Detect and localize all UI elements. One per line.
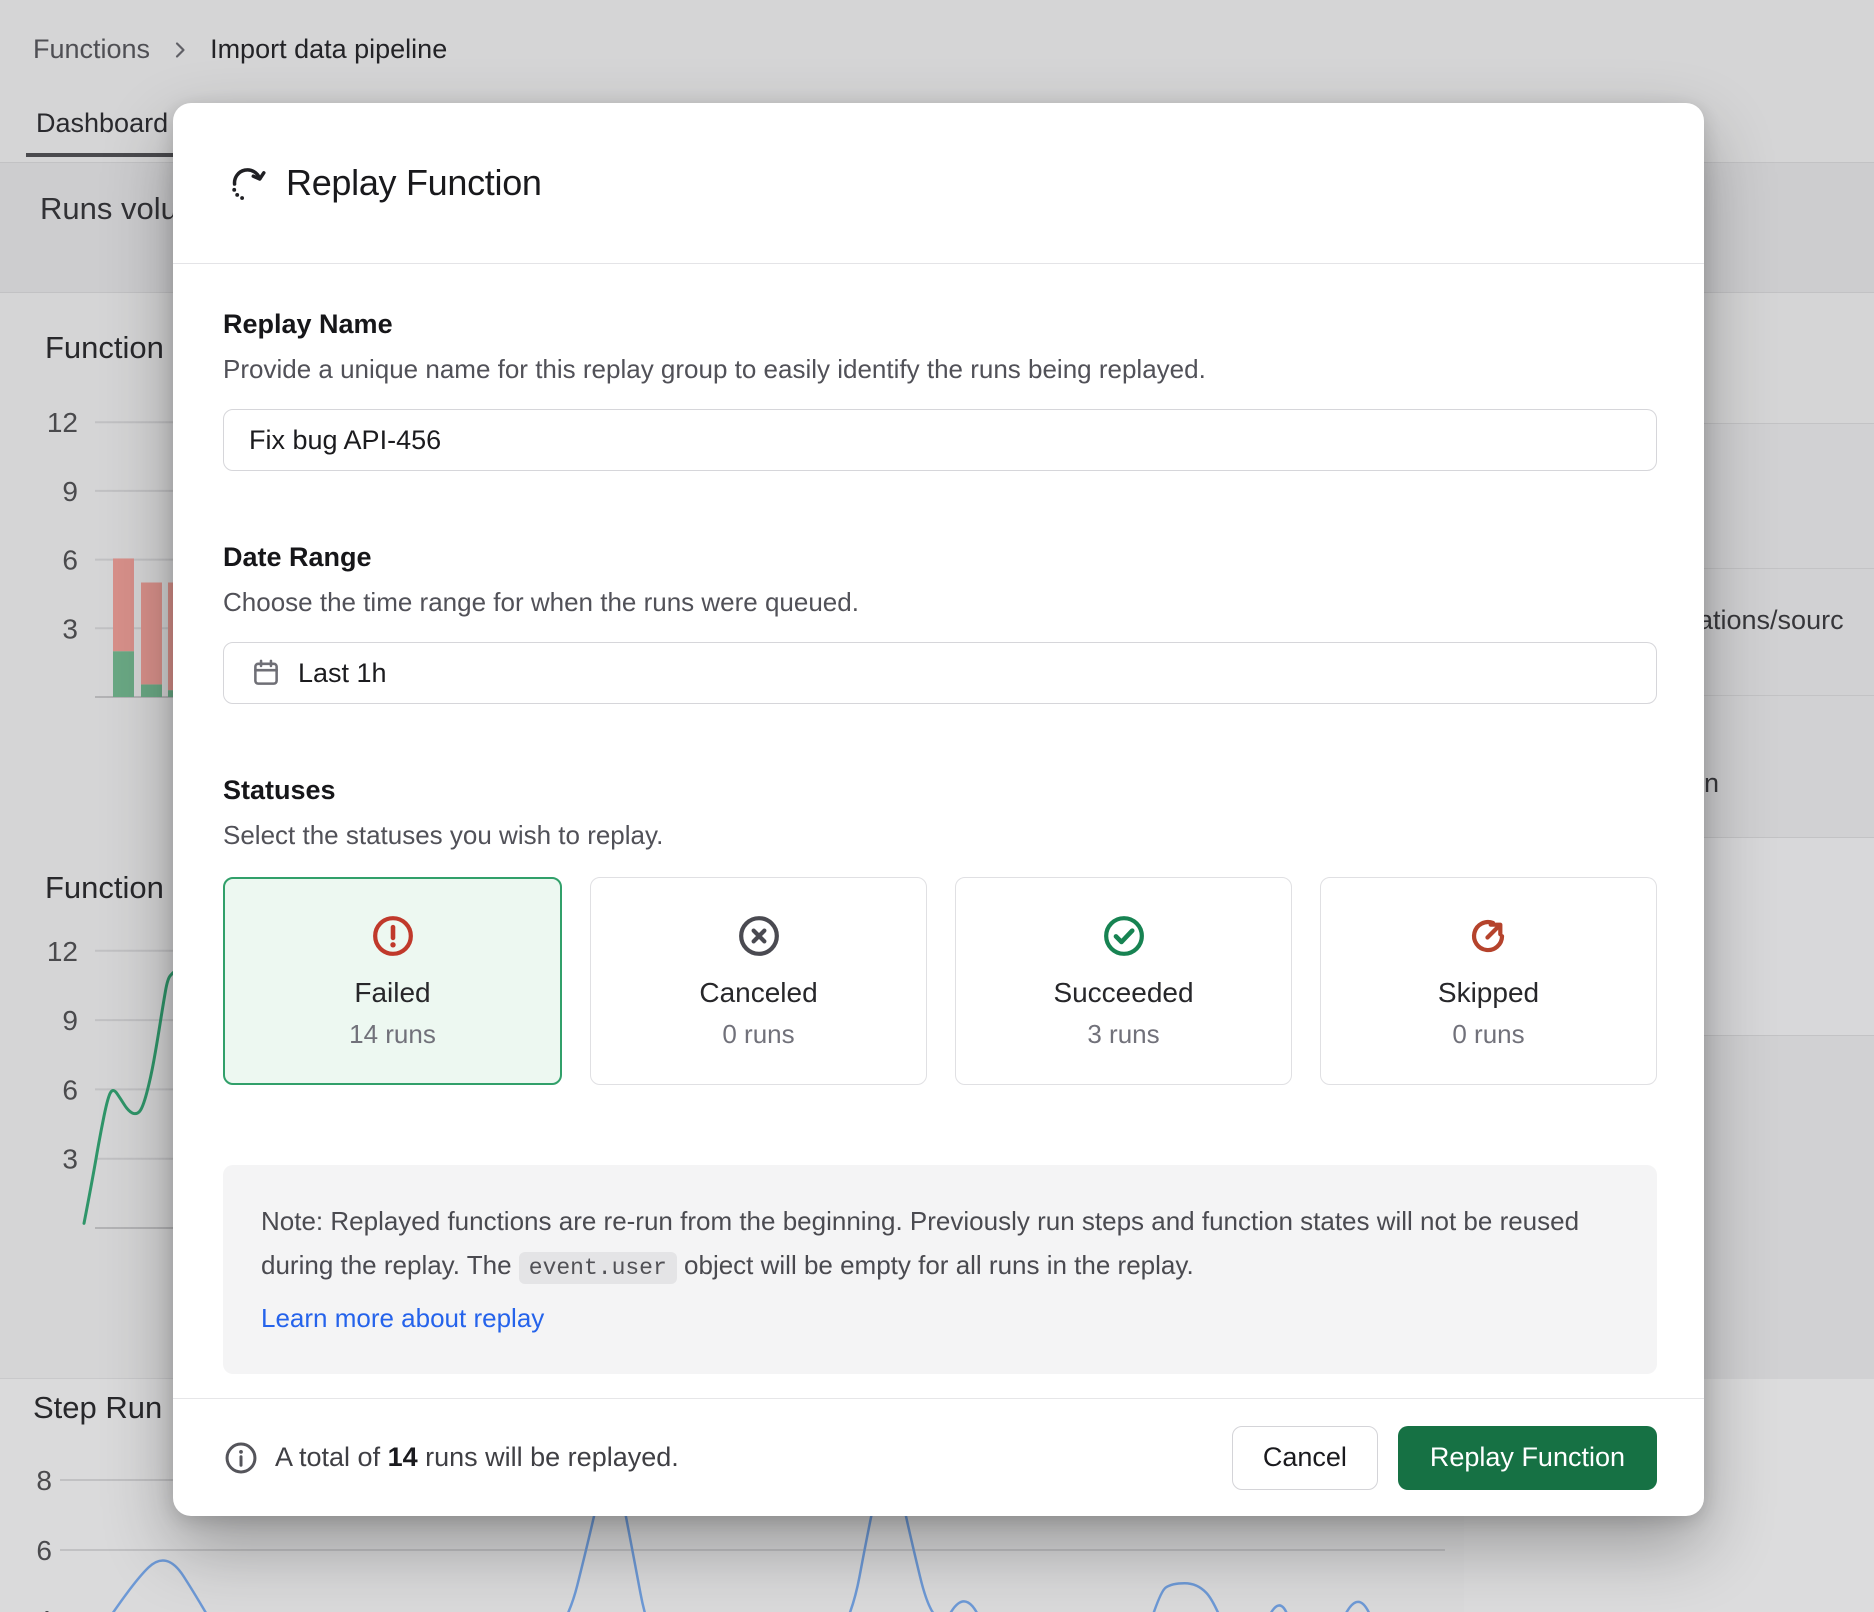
note-box: Note: Replayed functions are re-run from… — [223, 1165, 1657, 1374]
dialog-body: Replay Name Provide a unique name for th… — [173, 264, 1704, 1398]
status-cards: Failed 14 runs Canceled 0 runs — [223, 877, 1657, 1085]
table-cell-clipped-text: n — [1704, 768, 1719, 799]
dialog-title: Replay Function — [286, 162, 542, 204]
statuses-description: Select the statuses you wish to replay. — [223, 819, 1657, 851]
breadcrumb-chevron-icon — [168, 38, 192, 62]
status-card-runs: 0 runs — [1452, 1019, 1524, 1050]
panel-title-function-bars: Function — [45, 330, 164, 366]
replay-function-button[interactable]: Replay Function — [1398, 1426, 1657, 1490]
dialog-footer: A total of 14 runs will be replayed. Can… — [173, 1398, 1704, 1516]
summary-text: A total of 14 runs will be replayed. — [275, 1442, 679, 1473]
svg-text:3: 3 — [62, 1144, 78, 1175]
svg-text:6: 6 — [36, 1535, 52, 1566]
breadcrumb-functions[interactable]: Functions — [33, 34, 150, 65]
summary-suffix: runs will be replayed. — [418, 1442, 679, 1472]
code-chip: event.user — [519, 1252, 677, 1284]
app-root: Functions Import data pipeline Dashboard… — [0, 0, 1874, 1612]
statuses-label: Statuses — [223, 774, 1657, 807]
status-card-label: Succeeded — [1053, 977, 1193, 1009]
alert-circle-icon — [370, 913, 416, 959]
table-row — [1704, 423, 1874, 568]
learn-more-link[interactable]: Learn more about replay — [261, 1296, 544, 1340]
date-range-value: Last 1h — [298, 658, 387, 689]
summary-prefix: A total of — [275, 1442, 388, 1472]
status-card-runs: 3 runs — [1087, 1019, 1159, 1050]
replay-name-input[interactable]: Fix bug API-456 — [223, 409, 1657, 471]
svg-text:8: 8 — [36, 1465, 52, 1496]
info-icon — [223, 1440, 259, 1476]
panel-title-function-line: Function — [45, 870, 164, 906]
status-card-failed[interactable]: Failed 14 runs — [223, 877, 562, 1085]
function-bar-chart: 12 9 6 3 — [0, 390, 190, 710]
breadcrumb-current-page: Import data pipeline — [210, 34, 447, 65]
svg-text:12: 12 — [47, 407, 78, 438]
replay-function-dialog: Replay Function Replay Name Provide a un… — [173, 103, 1704, 1516]
table-row: ations/sourc — [1704, 568, 1874, 695]
status-card-runs: 0 runs — [722, 1019, 794, 1050]
replay-summary: A total of 14 runs will be replayed. — [223, 1440, 679, 1476]
svg-text:12: 12 — [47, 936, 78, 967]
summary-count: 14 — [388, 1442, 418, 1472]
svg-text:3: 3 — [62, 613, 78, 644]
svg-text:6: 6 — [62, 545, 78, 576]
note-text: Note: Replayed functions are re-run from… — [261, 1199, 1619, 1290]
svg-text:4: 4 — [36, 1605, 52, 1612]
note-text-after: object will be empty for all runs in the… — [677, 1250, 1194, 1280]
status-card-label: Skipped — [1438, 977, 1539, 1009]
status-card-label: Canceled — [699, 977, 817, 1009]
breadcrumb: Functions Import data pipeline — [33, 34, 447, 65]
date-range-label: Date Range — [223, 541, 1657, 574]
dialog-header: Replay Function — [173, 103, 1704, 264]
status-card-canceled[interactable]: Canceled 0 runs — [590, 877, 927, 1085]
replay-name-label: Replay Name — [223, 308, 1657, 341]
tab-dashboard[interactable]: Dashboard — [36, 108, 168, 139]
replay-name-value: Fix bug API-456 — [249, 425, 441, 456]
check-circle-icon — [1101, 913, 1147, 959]
status-card-skipped[interactable]: Skipped 0 runs — [1320, 877, 1657, 1085]
table-row: n — [1704, 695, 1874, 837]
panel-title-step-runs: Step Run — [33, 1390, 162, 1426]
cancel-button[interactable]: Cancel — [1232, 1426, 1378, 1490]
date-range-description: Choose the time range for when the runs … — [223, 586, 1657, 618]
svg-text:6: 6 — [62, 1074, 78, 1105]
replay-icon — [226, 162, 268, 204]
status-card-runs: 14 runs — [349, 1019, 436, 1050]
replay-name-description: Provide a unique name for this replay gr… — [223, 353, 1657, 385]
table-cell-clipped-text: ations/sourc — [1698, 605, 1844, 636]
date-range-select[interactable]: Last 1h — [223, 642, 1657, 704]
background-table: ations/sourc n — [1704, 293, 1874, 1379]
section-title-clipped: Runs volu — [40, 191, 178, 227]
function-line-chart: 12 9 6 3 — [0, 930, 190, 1240]
x-circle-icon — [736, 913, 782, 959]
table-row — [1704, 837, 1874, 1035]
table-row — [1704, 1035, 1874, 1379]
svg-text:9: 9 — [62, 1005, 78, 1036]
status-card-succeeded[interactable]: Succeeded 3 runs — [955, 877, 1292, 1085]
svg-text:9: 9 — [62, 476, 78, 507]
status-card-label: Failed — [354, 977, 430, 1009]
calendar-icon — [249, 656, 283, 690]
arrow-out-circle-icon — [1466, 913, 1512, 959]
footer-buttons: Cancel Replay Function — [1232, 1426, 1657, 1490]
